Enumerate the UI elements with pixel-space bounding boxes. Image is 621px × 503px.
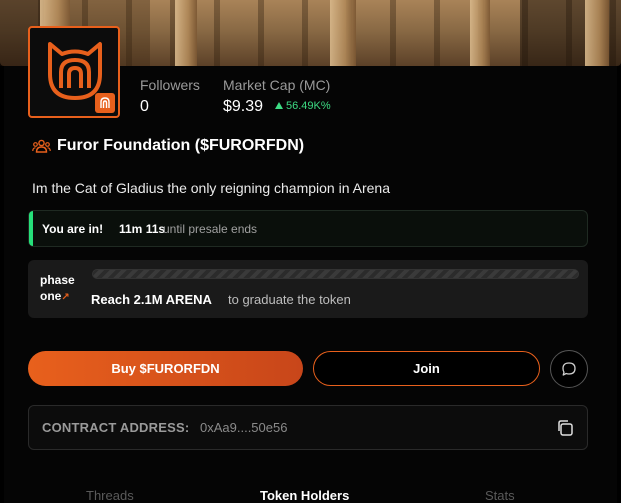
chat-button[interactable] — [550, 350, 588, 388]
phase-label-line1: phase — [40, 273, 75, 287]
buy-token-button[interactable]: Buy $FURORFDN — [28, 351, 303, 386]
followers-count: 0 — [140, 98, 149, 115]
phase-label-line2: one — [40, 289, 62, 303]
external-arrow-icon: ↗ — [61, 292, 70, 303]
arena-badge-icon — [95, 93, 115, 113]
market-cap-change: 56.49K% — [275, 100, 331, 112]
tab-threads[interactable]: Threads — [86, 488, 134, 503]
market-cap-value: $9.39 — [223, 98, 264, 115]
phase-label[interactable]: phase one↗ — [40, 272, 75, 306]
token-description: Im the Cat of Gladius the only reigning … — [32, 180, 390, 196]
contract-address-value: 0xAa9....50e56 — [200, 420, 288, 435]
contract-address-box: CONTRACT ADDRESS: 0xAa9....50e56 — [28, 405, 588, 450]
triangle-up-icon — [275, 102, 283, 109]
phase-goal: Reach 2.1M ARENA — [91, 292, 212, 307]
token-avatar[interactable] — [28, 26, 120, 118]
followers-label: Followers — [140, 77, 200, 93]
presale-countdown: 11m 11s — [119, 221, 166, 236]
market-cap-change-value: 56.49K% — [286, 100, 331, 112]
chat-bubble-icon — [562, 362, 576, 376]
token-title: Furor Foundation ($FURORFDN) — [57, 137, 305, 154]
presale-status: You are in! — [42, 221, 104, 236]
phase-progress-card: phase one↗ Reach 2.1M ARENA to graduate … — [28, 260, 588, 318]
join-button[interactable]: Join — [313, 351, 540, 386]
presale-accent-bar — [29, 211, 33, 246]
copy-icon[interactable] — [555, 418, 575, 438]
token-title-row: Furor Foundation ($FURORFDN) — [32, 137, 304, 155]
phase-progress-bar — [92, 269, 579, 279]
community-icon — [32, 139, 51, 153]
phase-goal-rest: to graduate the token — [228, 292, 351, 307]
presale-status-banner: You are in! 11m 11s until presale ends — [28, 210, 588, 247]
tab-stats[interactable]: Stats — [485, 488, 515, 503]
presale-suffix: until presale ends — [163, 221, 258, 236]
tab-token-holders[interactable]: Token Holders — [260, 488, 349, 503]
contract-address-label: CONTRACT ADDRESS: — [42, 420, 190, 435]
market-cap-label: Market Cap (MC) — [223, 77, 331, 93]
